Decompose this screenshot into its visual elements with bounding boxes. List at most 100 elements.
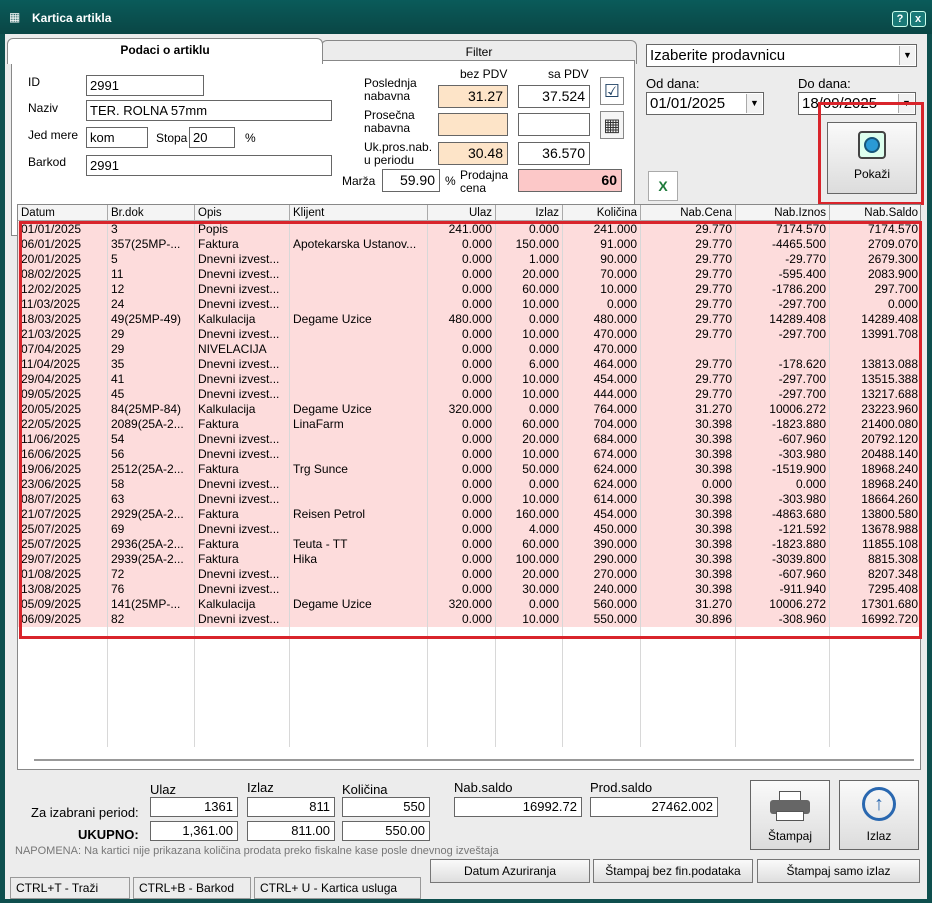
period-izlaz: 811 — [247, 797, 335, 817]
last-purchase-no-vat[interactable]: 31.27 — [438, 85, 508, 108]
column-header-2[interactable]: Opis — [195, 205, 290, 221]
total-kolicina: 550.00 — [342, 821, 430, 841]
table-cell — [428, 687, 496, 702]
print-button[interactable]: Štampaj — [750, 780, 830, 850]
excel-export-icon[interactable]: X — [648, 171, 678, 201]
empty-row[interactable] — [18, 672, 920, 687]
table-cell — [736, 642, 830, 657]
to-date-label: Do dana: — [798, 76, 851, 91]
calculator-icon[interactable]: ▦ — [600, 111, 624, 139]
table-cell — [108, 642, 195, 657]
rate-field[interactable]: 20 — [189, 127, 235, 148]
table-cell — [18, 702, 108, 717]
table-cell — [496, 657, 563, 672]
table-cell — [18, 717, 108, 732]
total-ulaz: 1,361.00 — [150, 821, 238, 841]
column-header-8[interactable]: Nab.Iznos — [736, 205, 830, 221]
table-cell — [290, 642, 428, 657]
from-date-label: Od dana: — [646, 76, 700, 91]
table-cell — [18, 657, 108, 672]
column-header-3[interactable]: Klijent — [290, 205, 428, 221]
highlight-show-button — [818, 102, 924, 205]
table-cell — [496, 717, 563, 732]
title-bar: ▦ Kartica artikla ? x — [0, 0, 932, 34]
total-purchase-no-vat[interactable]: 30.48 — [438, 142, 508, 165]
empty-row[interactable] — [18, 717, 920, 732]
empty-row[interactable] — [18, 642, 920, 657]
table-cell — [108, 657, 195, 672]
close-button[interactable]: x — [910, 11, 926, 27]
table-cell — [736, 717, 830, 732]
table-cell — [641, 642, 736, 657]
print-no-fin-button[interactable]: Štampaj bez fin.podataka — [593, 859, 753, 883]
table-cell — [563, 672, 641, 687]
table-cell — [290, 702, 428, 717]
avg-purchase-no-vat[interactable] — [438, 113, 508, 136]
empty-row[interactable] — [18, 657, 920, 672]
table-cell — [563, 717, 641, 732]
last-purchase-vat[interactable]: 37.524 — [518, 85, 590, 108]
exit-button[interactable]: ↑ Izlaz — [839, 780, 919, 850]
period-ulaz: 1361 — [150, 797, 238, 817]
column-header-6[interactable]: Količina — [563, 205, 641, 221]
date-update-button[interactable]: Datum Azuriranja — [430, 859, 590, 883]
last-purchase-label: Poslednja nabavna — [364, 76, 417, 103]
table-cell — [641, 657, 736, 672]
summary-prod-saldo-label: Prod.saldo — [590, 780, 653, 795]
id-label: ID — [28, 75, 40, 89]
margin-label: Marža — [342, 174, 376, 188]
empty-row[interactable] — [18, 702, 920, 717]
table-cell — [641, 717, 736, 732]
id-field[interactable]: 2991 — [86, 75, 204, 96]
no-vat-header: bez PDV — [460, 67, 508, 81]
horizontal-scrollbar[interactable] — [34, 759, 914, 761]
unit-field[interactable]: kom — [86, 127, 148, 148]
table-cell — [641, 672, 736, 687]
column-header-1[interactable]: Br.dok — [108, 205, 195, 221]
table-cell — [563, 642, 641, 657]
exit-icon: ↑ — [862, 787, 896, 821]
period-kolicina: 550 — [342, 797, 430, 817]
table-cell — [736, 672, 830, 687]
table-cell — [108, 732, 195, 747]
total-purchase-vat[interactable]: 36.570 — [518, 142, 590, 165]
margin-field[interactable]: 59.90 — [382, 169, 440, 192]
table-cell — [830, 642, 920, 657]
table-cell — [428, 642, 496, 657]
column-header-4[interactable]: Ulaz — [428, 205, 496, 221]
store-select[interactable]: Izaberite prodavnicu ▼ — [646, 44, 917, 67]
summary-kolicina-label: Količina — [342, 782, 388, 797]
table-cell — [18, 687, 108, 702]
column-header-9[interactable]: Nab.Saldo — [830, 205, 920, 221]
name-field[interactable]: TER. ROLNA 57mm — [86, 100, 332, 121]
table-cell — [290, 672, 428, 687]
avg-purchase-vat[interactable] — [518, 113, 590, 136]
help-button[interactable]: ? — [892, 11, 908, 27]
table-cell — [496, 687, 563, 702]
from-date-field[interactable]: 01/01/2025 ▼ — [646, 92, 764, 115]
table-cell — [108, 687, 195, 702]
barcode-label: Barkod — [28, 155, 67, 169]
vat-header: sa PDV — [548, 67, 589, 81]
print-exit-only-button[interactable]: Štampaj samo izlaz — [757, 859, 920, 883]
status-barcode: CTRL+B - Barkod — [133, 877, 251, 899]
column-header-0[interactable]: Datum — [18, 205, 108, 221]
summary-izlaz-label: Izlaz — [247, 780, 274, 795]
empty-row[interactable] — [18, 687, 920, 702]
table-cell — [290, 657, 428, 672]
print-button-label: Štampaj — [767, 829, 813, 843]
total-label: UKUPNO: — [78, 827, 139, 842]
column-header-7[interactable]: Nab.Cena — [641, 205, 736, 221]
barcode-field[interactable]: 2991 — [86, 155, 332, 176]
table-cell — [830, 657, 920, 672]
sell-price-field[interactable]: 60 — [518, 169, 622, 192]
store-select-value: Izaberite prodavnicu — [650, 47, 786, 64]
empty-row[interactable] — [18, 732, 920, 747]
checklist-icon[interactable]: ☑ — [600, 77, 624, 105]
table-cell — [428, 702, 496, 717]
tab-item-data[interactable]: Podaci o artiklu — [7, 38, 323, 64]
status-find: CTRL+T - Traži — [10, 877, 130, 899]
column-header-5[interactable]: Izlaz — [496, 205, 563, 221]
unit-label: Jed mere — [28, 128, 79, 142]
table-cell — [18, 732, 108, 747]
